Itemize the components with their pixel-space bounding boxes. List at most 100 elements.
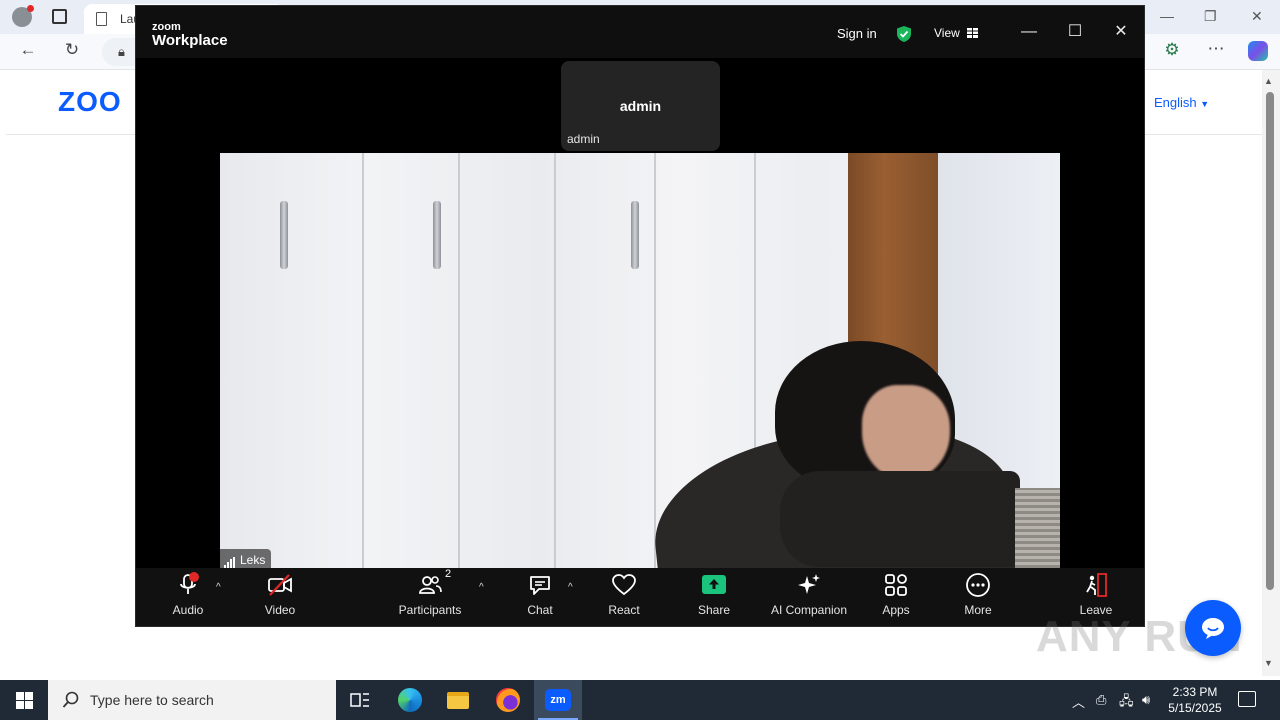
heart-icon (611, 572, 637, 598)
speaker-name: Leks (240, 553, 266, 567)
copilot-icon[interactable] (1248, 41, 1268, 61)
apps-button[interactable]: Apps (876, 572, 916, 624)
more-label: More (964, 603, 992, 617)
windows-logo-icon (15, 691, 33, 709)
ai-companion-label: AI Companion (770, 603, 848, 617)
leave-door-icon (1083, 572, 1109, 598)
scrollbar-thumb[interactable] (1266, 92, 1274, 590)
language-selector[interactable]: English ▼ (1154, 95, 1209, 110)
close-icon[interactable]: ✕ (1109, 20, 1133, 44)
chat-icon (527, 572, 553, 598)
audio-options-caret-icon[interactable]: ^ (216, 582, 221, 593)
restore-icon[interactable]: ❐ (1204, 8, 1217, 25)
minimize-icon[interactable]: — (1160, 8, 1174, 24)
ai-companion-button[interactable]: AI Companion (768, 572, 850, 624)
cabinet-handle (631, 201, 639, 269)
active-speaker-video[interactable]: Leks (220, 153, 1060, 568)
profile-icon[interactable] (12, 5, 34, 27)
zoom-app-icon: zm (545, 689, 571, 711)
video-button[interactable]: Video (260, 572, 300, 624)
zoom-taskbar-button[interactable]: zm (534, 680, 582, 720)
close-icon[interactable]: ✕ (1251, 8, 1263, 25)
support-chat-button[interactable] (1185, 600, 1241, 656)
chat-options-caret-icon[interactable]: ^ (568, 582, 573, 593)
sparkle-icon (796, 572, 822, 598)
react-button[interactable]: React (604, 572, 644, 624)
more-button[interactable]: More (958, 572, 998, 624)
volume-icon[interactable]: 🔊︎ (1142, 692, 1150, 708)
zoom-site-logo[interactable]: ZOO (58, 86, 122, 118)
person-face (862, 385, 950, 480)
participants-options-caret-icon[interactable]: ^ (479, 582, 484, 593)
person-arm (780, 471, 1020, 567)
task-view-icon (350, 693, 369, 707)
signal-strength-icon (224, 551, 236, 568)
folder-icon (447, 691, 469, 709)
microphone-icon (175, 572, 201, 598)
self-video-tile[interactable]: admin admin (561, 61, 720, 151)
zoom-titlebar: zoom Workplace Sign in View — ☐ ✕ (136, 6, 1144, 58)
lock-icon: 🔒︎ (118, 44, 125, 59)
extensions-icon[interactable]: ⚙ (1162, 40, 1182, 60)
maximize-icon[interactable]: ☐ (1063, 20, 1087, 44)
tray-chevron-icon[interactable]: ︿ (1072, 692, 1085, 711)
zoom-brand-workplace: Workplace (152, 32, 228, 49)
participant-name: admin (619, 98, 662, 114)
apps-label: Apps (882, 603, 910, 617)
firefox-button[interactable] (484, 680, 532, 720)
video-label: Video (264, 603, 296, 617)
network-icon[interactable]: 🖧︎ (1119, 692, 1134, 714)
share-label: Share (697, 603, 731, 617)
file-explorer-button[interactable] (434, 680, 482, 720)
edge-icon (398, 688, 422, 712)
apps-icon (883, 572, 909, 598)
cabinet-handle (433, 201, 441, 269)
device-icon[interactable]: ⎙ (1096, 692, 1106, 708)
react-label: React (608, 603, 640, 617)
participants-button[interactable]: 2 Participants (396, 568, 464, 624)
start-button[interactable] (0, 680, 48, 720)
audio-label: Audio (172, 603, 204, 617)
cabinet-seam (362, 153, 364, 568)
security-shield-icon[interactable] (895, 25, 913, 43)
meeting-toolbar: Audio ^ Video 2 Participants ^ Chat ^ Re… (136, 568, 1144, 626)
notifications-icon[interactable] (1238, 691, 1256, 707)
reload-icon[interactable]: ↻ (62, 40, 82, 60)
task-view-button[interactable] (336, 680, 384, 720)
book-stack (1015, 488, 1060, 568)
page-icon (96, 12, 107, 26)
tab-actions-icon[interactable] (52, 9, 67, 24)
edge-taskbar-button[interactable] (386, 680, 434, 720)
speaker-name-tag: Leks (220, 549, 272, 568)
sign-in-link[interactable]: Sign in (837, 26, 877, 41)
minimize-icon[interactable]: — (1017, 20, 1041, 44)
back-icon[interactable]: ← (18, 40, 38, 60)
chat-label: Chat (527, 603, 553, 617)
participants-count: 2 (445, 568, 452, 580)
chat-button[interactable]: Chat (520, 572, 560, 624)
cabinet-seam (554, 153, 556, 568)
clock-date: 5/15/2025 (1168, 701, 1222, 715)
more-menu-icon[interactable]: ⋯ (1206, 39, 1226, 59)
scroll-down-icon[interactable]: ▼ (1264, 658, 1273, 668)
participant-label: admin (567, 132, 600, 146)
more-icon (965, 572, 991, 598)
cabinet-handle (280, 201, 288, 269)
scroll-up-icon[interactable]: ▲ (1264, 76, 1273, 86)
view-button[interactable]: View (934, 26, 960, 40)
zoom-meeting-window: zoom Workplace Sign in View — ☐ ✕ admin … (135, 5, 1145, 627)
clock[interactable]: 2:33 PM 5/15/2025 (1160, 684, 1230, 716)
video-off-icon (267, 572, 293, 598)
firefox-icon (496, 688, 520, 712)
grid-view-icon[interactable] (967, 28, 978, 38)
windows-taskbar: Type here to search zm ︿ ⎙ 🖧︎ 🔊︎ 2:33 PM… (0, 680, 1280, 720)
participants-label: Participants (398, 603, 462, 617)
cabinet-seam (654, 153, 656, 568)
audio-button[interactable]: Audio (168, 572, 208, 624)
search-icon (62, 691, 79, 708)
taskbar-search[interactable]: Type here to search (48, 680, 336, 720)
clock-time: 2:33 PM (1172, 685, 1218, 699)
share-button[interactable]: Share (694, 572, 734, 624)
language-label: English (1154, 95, 1197, 110)
chat-bubble-icon (1202, 618, 1224, 639)
